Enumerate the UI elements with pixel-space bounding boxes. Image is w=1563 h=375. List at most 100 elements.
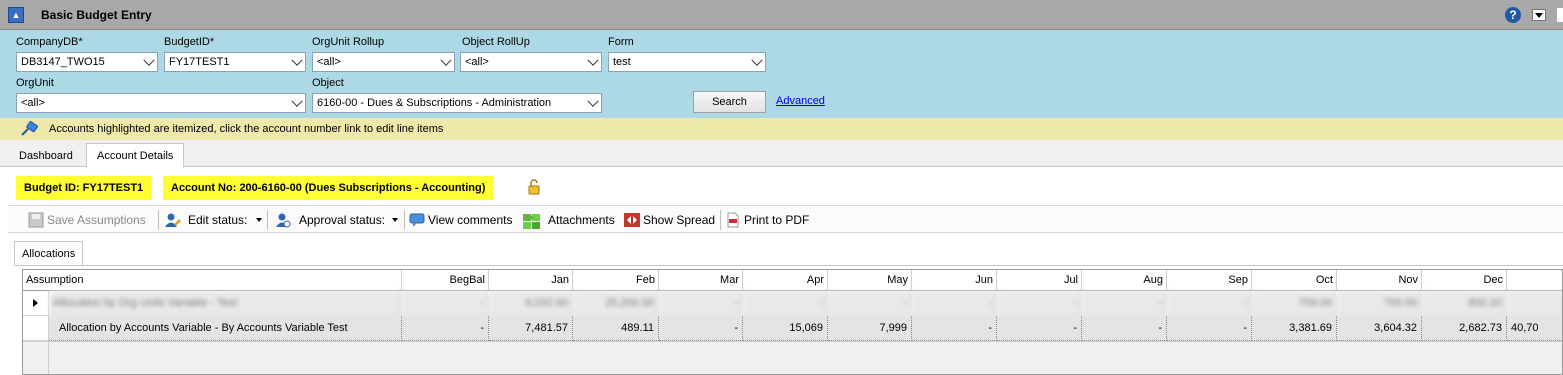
feb-cell[interactable]: 25,200.00 <box>573 291 659 316</box>
orgunit-rollup-label: OrgUnit Rollup <box>312 36 385 48</box>
col-header-may[interactable]: May <box>828 270 912 291</box>
jul-cell[interactable]: - <box>997 316 1082 341</box>
notice-text: Accounts highlighted are itemized, click… <box>49 123 444 135</box>
total-cell[interactable] <box>1507 291 1562 316</box>
col-header-jan[interactable]: Jan <box>489 270 573 291</box>
object-label: Object <box>312 77 344 89</box>
companydb-select[interactable]: DB3147_TWO15 <box>16 52 158 72</box>
approval-status-button[interactable]: Approval status: <box>299 206 385 234</box>
toolbar: Save Assumptions Edit status: Approval s… <box>8 205 1563 233</box>
toolbar-separator <box>720 210 721 230</box>
col-header-assumption[interactable]: Assumption <box>23 270 402 291</box>
caret-down-icon[interactable] <box>392 218 398 222</box>
show-spread-button[interactable]: Show Spread <box>643 206 715 234</box>
col-header-nov[interactable]: Nov <box>1337 270 1422 291</box>
object-rollup-select[interactable]: <all> <box>460 52 602 72</box>
may-cell[interactable]: 7,999 <box>828 316 912 341</box>
form-value: test <box>613 56 631 68</box>
window-edge <box>1557 8 1563 22</box>
oct-cell[interactable]: 759.00 <box>1252 291 1337 316</box>
form-select[interactable]: test <box>608 52 766 72</box>
begbal-cell[interactable]: - <box>402 316 489 341</box>
nov-cell[interactable]: 3,604.32 <box>1337 316 1422 341</box>
jan-cell[interactable]: 7,481.57 <box>489 316 573 341</box>
object-rollup-value: <all> <box>465 56 489 68</box>
companydb-label: CompanyDB* <box>16 36 83 48</box>
row-selector[interactable] <box>23 316 49 341</box>
puzzle-icon <box>523 214 540 229</box>
pdf-icon <box>727 212 739 228</box>
chevron-down-icon <box>587 95 599 107</box>
orgunit-select[interactable]: <all> <box>16 93 306 113</box>
mar-cell[interactable]: - <box>659 291 743 316</box>
chevron-down-icon <box>440 54 452 66</box>
caret-down-icon[interactable] <box>256 218 262 222</box>
jun-cell[interactable]: - <box>912 316 997 341</box>
chevron-down-icon <box>751 54 763 66</box>
attachments-button[interactable]: Attachments <box>548 206 615 234</box>
advanced-link[interactable]: Advanced <box>776 95 825 107</box>
help-icon[interactable]: ? <box>1505 7 1521 23</box>
current-row-icon <box>33 299 38 307</box>
mar-cell[interactable]: - <box>659 316 743 341</box>
pushpin-icon <box>21 121 38 136</box>
window-menu-dropdown[interactable] <box>1532 9 1546 21</box>
object-value: 6160-00 - Dues & Subscriptions - Adminis… <box>317 97 552 109</box>
total-cell[interactable]: 40,70 <box>1507 316 1562 341</box>
jun-cell[interactable]: - <box>912 291 997 316</box>
orgunit-rollup-select[interactable]: <all> <box>312 52 455 72</box>
object-select[interactable]: 6160-00 - Dues & Subscriptions - Adminis… <box>312 93 602 113</box>
edit-user-icon <box>165 213 181 227</box>
may-cell[interactable]: - <box>828 291 912 316</box>
aug-cell[interactable]: - <box>1082 316 1167 341</box>
chevron-down-icon <box>291 95 303 107</box>
print-to-pdf-button[interactable]: Print to PDF <box>744 206 809 234</box>
unlock-icon[interactable] <box>526 179 542 195</box>
tab-dashboard[interactable]: Dashboard <box>8 143 84 168</box>
col-header-dec[interactable]: Dec <box>1422 270 1507 291</box>
toolbar-separator <box>158 210 159 230</box>
feb-cell[interactable]: 489.11 <box>573 316 659 341</box>
account-number-badge: Account No: 200-6160-00 (Dues Subscripti… <box>163 176 494 200</box>
oct-cell[interactable]: 3,381.69 <box>1252 316 1337 341</box>
dec-cell[interactable]: 2,682.73 <box>1422 316 1507 341</box>
col-header-extra <box>1507 270 1562 291</box>
tab-allocations[interactable]: Allocations <box>14 241 84 266</box>
col-header-apr[interactable]: Apr <box>743 270 828 291</box>
jul-cell[interactable]: - <box>997 291 1082 316</box>
col-header-aug[interactable]: Aug <box>1082 270 1167 291</box>
jan-cell[interactable]: 9,032.00 <box>489 291 573 316</box>
budgetid-select[interactable]: FY17TEST1 <box>164 52 306 72</box>
col-header-mar[interactable]: Mar <box>659 270 743 291</box>
col-header-jun[interactable]: Jun <box>912 270 997 291</box>
companydb-value: DB3147_TWO15 <box>21 56 105 68</box>
col-header-oct[interactable]: Oct <box>1252 270 1337 291</box>
window-title: Basic Budget Entry <box>41 8 152 22</box>
sep-cell[interactable]: - <box>1167 291 1252 316</box>
assumption-cell[interactable]: Allocation by Accounts Variable - By Acc… <box>49 316 402 341</box>
dec-cell[interactable]: 800.20 <box>1422 291 1507 316</box>
row-selector[interactable] <box>23 291 49 316</box>
apr-cell[interactable]: - <box>743 291 828 316</box>
toolbar-separator <box>404 210 405 230</box>
tab-account-details[interactable]: Account Details <box>86 143 185 168</box>
col-header-begbal[interactable]: BegBal <box>402 270 489 291</box>
assumption-cell[interactable]: Allocation by Org Units Variable - Test <box>49 291 402 316</box>
edit-status-button[interactable]: Edit status: <box>188 206 247 234</box>
toolbar-separator <box>267 210 268 230</box>
apr-cell[interactable]: 15,069 <box>743 316 828 341</box>
collapse-icon[interactable]: ▲ <box>8 7 24 23</box>
title-bar: ▲ Basic Budget Entry ? <box>0 0 1563 30</box>
col-header-sep[interactable]: Sep <box>1167 270 1252 291</box>
col-header-jul[interactable]: Jul <box>997 270 1082 291</box>
aug-cell[interactable]: - <box>1082 291 1167 316</box>
view-comments-button[interactable]: View comments <box>428 206 512 234</box>
nov-cell[interactable]: 759.00 <box>1337 291 1422 316</box>
save-assumptions-button[interactable]: Save Assumptions <box>47 206 146 234</box>
begbal-cell[interactable]: - <box>402 291 489 316</box>
col-header-feb[interactable]: Feb <box>573 270 659 291</box>
sep-cell[interactable]: - <box>1167 316 1252 341</box>
form-label: Form <box>608 36 634 48</box>
search-button[interactable]: Search <box>693 91 766 113</box>
comments-icon <box>409 213 425 227</box>
